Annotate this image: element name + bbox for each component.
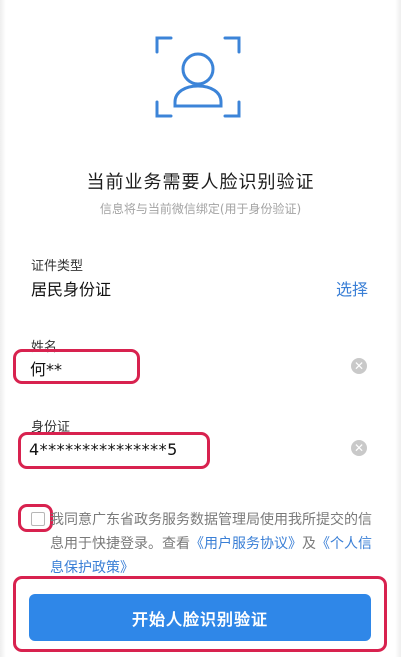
- id-type-value: 居民身份证: [31, 280, 112, 299]
- clear-name-icon[interactable]: ✕: [351, 358, 367, 374]
- agreement-text-part-2: 及: [302, 536, 316, 552]
- user-service-agreement-link[interactable]: 《用户服务协议》: [190, 536, 302, 552]
- page-subtitle: 信息将与当前微信绑定(用于身份验证): [99, 202, 302, 216]
- select-id-type-link[interactable]: 选择: [336, 276, 368, 300]
- id-type-label: 证件类型: [31, 259, 84, 274]
- page-edge-right: [395, 0, 401, 657]
- name-input[interactable]: 何**: [30, 356, 62, 380]
- page-title: 当前业务需要人脸识别验证: [86, 172, 315, 193]
- start-face-verification-button[interactable]: 开始人脸识别验证: [29, 594, 371, 641]
- face-scan-icon: [153, 34, 243, 120]
- agreement-text: 我同意广东省政务服务数据管理局使用我所提交的信息用于快捷登录。查看《用户服务协议…: [50, 508, 376, 580]
- agreement-checkbox[interactable]: [31, 512, 45, 526]
- id-number-input[interactable]: 4***************5: [29, 440, 178, 459]
- page-edge-left: [0, 0, 6, 657]
- clear-id-number-icon[interactable]: ✕: [351, 440, 367, 456]
- face-verification-page: 当前业务需要人脸识别验证 信息将与当前微信绑定(用于身份验证) 证件类型 居民身…: [0, 0, 401, 657]
